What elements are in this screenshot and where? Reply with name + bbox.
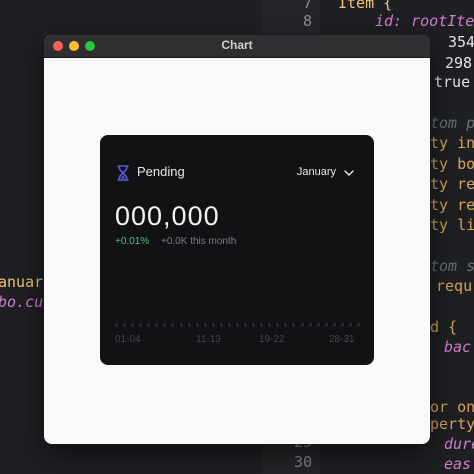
day-bar xyxy=(276,323,280,327)
code-line: 354 xyxy=(448,33,474,51)
day-bar xyxy=(284,323,288,327)
x-tick-label: 28-31 xyxy=(329,334,355,345)
code-line: bac xyxy=(444,338,472,356)
chart-window: Chart Pending January 000,000 +0.01% +0.… xyxy=(44,35,430,444)
day-bar xyxy=(195,323,199,327)
day-bar xyxy=(211,323,215,327)
day-bar xyxy=(260,323,264,327)
card-title: Pending xyxy=(137,164,185,179)
code-line: Item { xyxy=(338,0,393,12)
day-bar xyxy=(179,323,183,327)
code-line: true xyxy=(434,73,471,91)
day-bar xyxy=(324,323,328,327)
code-line: dure xyxy=(444,435,474,453)
x-tick-label: 19-22 xyxy=(259,334,285,345)
window-title: Chart xyxy=(221,38,253,52)
code-line: eas xyxy=(444,455,472,473)
code-line: perty xyxy=(430,415,474,433)
day-bar xyxy=(308,323,312,327)
chevron-down-icon[interactable] xyxy=(344,170,354,176)
code-line: ty in xyxy=(430,134,474,152)
day-bar xyxy=(219,323,223,327)
code-line: ty re xyxy=(430,175,474,193)
code-line: id: rootItem xyxy=(375,12,474,30)
code-identifier: id: rootItem xyxy=(375,12,474,30)
code-line: requ xyxy=(436,277,473,295)
hourglass-icon xyxy=(117,165,129,181)
pending-value: 000,000 xyxy=(115,201,220,231)
day-bar xyxy=(332,323,336,327)
delta-percent: +0.01% xyxy=(115,236,150,247)
day-bar xyxy=(340,323,344,327)
day-bar xyxy=(357,323,360,327)
code-line: ty bo xyxy=(430,155,474,173)
window-titlebar[interactable]: Chart xyxy=(44,35,430,58)
day-bar xyxy=(163,323,167,327)
line-number: 8 xyxy=(302,12,312,30)
code-line: tom p xyxy=(430,114,474,132)
day-bar xyxy=(348,323,352,327)
day-bar xyxy=(268,323,272,327)
code-line: d { xyxy=(430,318,458,336)
day-bar xyxy=(187,323,191,327)
day-bar xyxy=(147,323,151,327)
daily-bars xyxy=(115,319,360,327)
day-bar xyxy=(316,323,320,327)
day-bar xyxy=(131,323,135,327)
code-line: 298 xyxy=(445,54,473,72)
code-line: tom s xyxy=(430,257,474,275)
x-tick-label: 01-04 xyxy=(115,334,141,345)
day-bar xyxy=(171,323,175,327)
x-tick-label: 11-13 xyxy=(196,334,221,345)
pending-card: Pending January 000,000 +0.01% +0.0K thi… xyxy=(100,135,374,365)
day-bar xyxy=(292,323,296,327)
day-bar xyxy=(300,323,304,327)
day-bar xyxy=(244,323,248,327)
code-line: ty re xyxy=(430,196,474,214)
day-bar xyxy=(155,323,159,327)
delta-month: +0.0K this month xyxy=(161,236,237,247)
day-bar xyxy=(203,323,207,327)
day-bar xyxy=(227,323,231,327)
day-bar xyxy=(115,323,118,327)
day-bar xyxy=(236,323,239,327)
line-number: 30 xyxy=(293,453,312,471)
day-bar xyxy=(252,323,256,327)
line-number: 7 xyxy=(302,0,312,12)
day-bar xyxy=(123,323,127,327)
day-bar xyxy=(139,323,143,327)
code-line: ty li xyxy=(430,216,474,234)
month-dropdown[interactable]: January xyxy=(297,166,336,178)
code-line: or on xyxy=(430,398,474,416)
